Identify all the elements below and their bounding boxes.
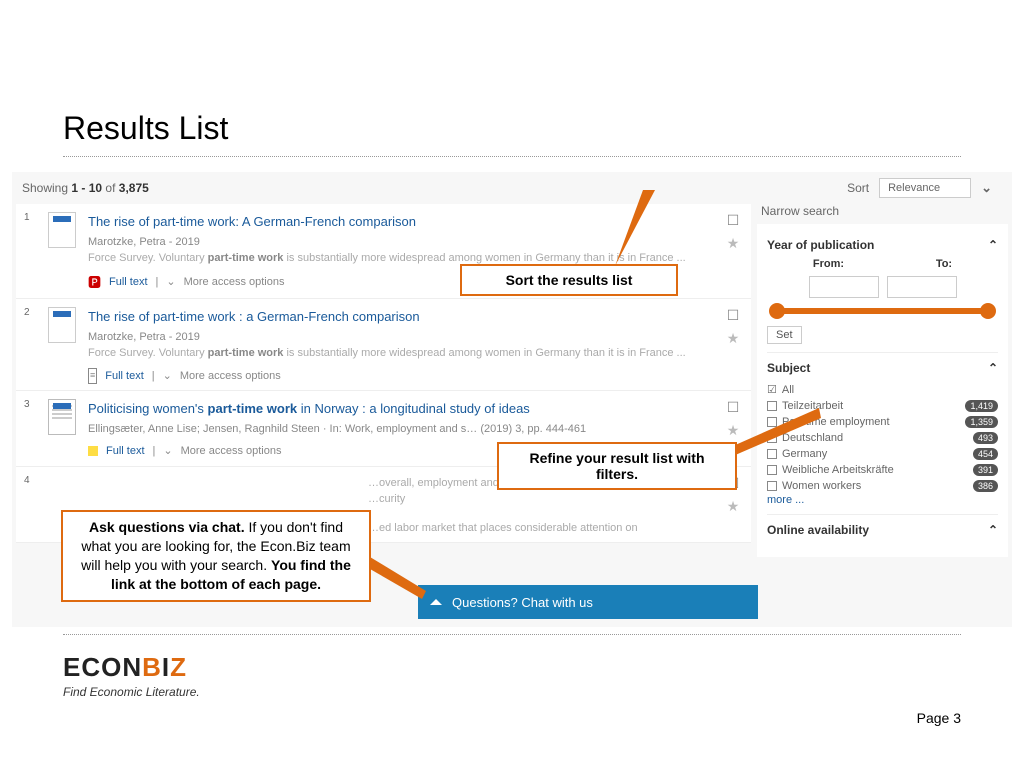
results-count: Showing 1 - 10 of 3,875 — [22, 181, 149, 195]
logo-tagline: Find Economic Literature. — [63, 685, 200, 699]
slide: Results List Showing 1 - 10 of 3,875 Sor… — [0, 0, 1024, 768]
facet-option[interactable]: Women workers386 — [767, 478, 998, 494]
results-column: 1 The rise of part-time work: A German-F… — [16, 204, 751, 557]
chevron-down-icon[interactable]: ⌄ — [981, 180, 992, 196]
divider-top — [63, 156, 961, 157]
result-thumbnail — [48, 307, 78, 384]
bookmark-icon[interactable]: ☐ — [727, 399, 740, 416]
star-icon[interactable]: ★ — [727, 498, 740, 515]
facet-option[interactable]: Deutschland493 — [767, 430, 998, 446]
fulltext-link[interactable]: Full text — [106, 443, 145, 460]
more-link[interactable]: more ... — [767, 494, 998, 506]
star-icon[interactable]: ★ — [727, 422, 740, 439]
page-number: Page 3 — [917, 710, 961, 726]
chat-label: Questions? Chat with us — [452, 595, 593, 610]
document-icon: ≡ — [88, 368, 97, 384]
pdf-icon: 🅿 — [88, 273, 101, 293]
callout-refine: Refine your result list with filters. — [497, 442, 737, 490]
callout-chat: Ask questions via chat. If you don't fin… — [61, 510, 371, 602]
sort-control: Sort Relevance ⌄ — [847, 178, 992, 198]
result-snippet: Force Survey. Voluntary part-time work i… — [88, 345, 713, 362]
callout-sort: Sort the results list — [460, 264, 678, 296]
fulltext-link[interactable]: Full text — [109, 274, 148, 291]
to-label: To: — [936, 258, 952, 270]
facet-all[interactable]: ☑All — [767, 381, 998, 398]
chevron-up-icon: ⌃ — [988, 361, 998, 375]
result-body: The rise of part-time work : a German-Fr… — [88, 307, 713, 384]
divider-bottom — [63, 634, 961, 635]
result-title[interactable]: The rise of part-time work: A German-Fre… — [88, 212, 713, 232]
chat-bar[interactable]: Questions? Chat with us — [418, 585, 758, 619]
book-icon — [48, 212, 76, 248]
result-title[interactable]: Politicising women's part-time work in N… — [88, 399, 713, 419]
facet-header[interactable]: Year of publication ⌃ — [767, 238, 998, 258]
facet-year: Year of publication ⌃ From: To: — [767, 230, 998, 352]
result-side-actions: ☐ ★ — [723, 307, 743, 384]
result-meta: Marotzke, Petra - 2019 — [88, 329, 713, 346]
sort-label: Sort — [847, 181, 869, 195]
facet-option[interactable]: Part-time employment1,359 — [767, 414, 998, 430]
slider-knob-left[interactable] — [769, 303, 785, 319]
book-icon — [48, 307, 76, 343]
result-meta: Ellingsæter, Anne Lise; Jensen, Ragnhild… — [88, 421, 713, 438]
result-title[interactable]: The rise of part-time work : a German-Fr… — [88, 307, 713, 327]
facet-option[interactable]: Teilzeitarbeit1,419 — [767, 398, 998, 414]
more-access-link[interactable]: More access options — [180, 368, 281, 385]
article-icon — [48, 399, 76, 435]
star-icon[interactable]: ★ — [727, 330, 740, 347]
result-number: 1 — [24, 212, 38, 292]
year-slider[interactable] — [775, 308, 990, 314]
chevron-down-icon: ⌄ — [166, 274, 175, 291]
result-number: 3 — [24, 399, 38, 460]
results-header: Showing 1 - 10 of 3,875 Sort Relevance ⌄ — [12, 172, 1012, 204]
result-thumbnail — [48, 399, 78, 460]
chevron-up-icon — [430, 599, 442, 605]
from-label: From: — [813, 258, 844, 270]
facet-header[interactable]: Subject ⌃ — [767, 361, 998, 381]
sort-dropdown[interactable]: Relevance — [879, 178, 971, 198]
slider-knob-right[interactable] — [980, 303, 996, 319]
result-actions: ≡ Full text | ⌄ More access options — [88, 368, 713, 385]
facet-header[interactable]: Online availability ⌃ — [767, 523, 998, 543]
facet-subject: Subject ⌃ ☑All Teilzeitarbeit1,419 Part-… — [767, 352, 998, 514]
star-icon[interactable]: ★ — [727, 235, 740, 252]
status-icon — [88, 446, 98, 456]
narrow-column: Narrow search Year of publication ⌃ From… — [757, 204, 1008, 557]
result-meta: Marotzke, Petra - 2019 — [88, 234, 713, 251]
facet-option[interactable]: Weibliche Arbeitskräfte391 — [767, 462, 998, 478]
chevron-up-icon: ⌃ — [988, 238, 998, 252]
result-thumbnail — [48, 212, 78, 292]
year-from-input[interactable] — [809, 276, 879, 298]
econbiz-logo: ECONBIZ Find Economic Literature. — [63, 652, 200, 699]
page-title: Results List — [63, 110, 228, 147]
bookmark-icon[interactable]: ☐ — [727, 307, 740, 324]
year-to-input[interactable] — [887, 276, 957, 298]
chevron-up-icon: ⌃ — [988, 523, 998, 537]
more-access-link[interactable]: More access options — [181, 443, 282, 460]
bookmark-icon[interactable]: ☐ — [727, 212, 740, 229]
facet-sidebar: Year of publication ⌃ From: To: — [757, 224, 1008, 557]
chevron-down-icon: ⌄ — [163, 368, 172, 385]
narrow-heading: Narrow search — [757, 204, 1008, 218]
facet-online: Online availability ⌃ — [767, 514, 998, 551]
fulltext-link[interactable]: Full text — [105, 368, 144, 385]
result-side-actions: ☐ ★ — [723, 212, 743, 292]
facet-option[interactable]: Germany454 — [767, 446, 998, 462]
result-number: 2 — [24, 307, 38, 384]
set-button[interactable]: Set — [767, 326, 802, 344]
more-access-link[interactable]: More access options — [184, 274, 285, 291]
results-layout: 1 The rise of part-time work: A German-F… — [12, 204, 1012, 557]
chevron-down-icon: ⌄ — [163, 443, 172, 460]
result-item: 2 The rise of part-time work : a German-… — [16, 299, 751, 391]
result-number: 4 — [24, 475, 38, 537]
